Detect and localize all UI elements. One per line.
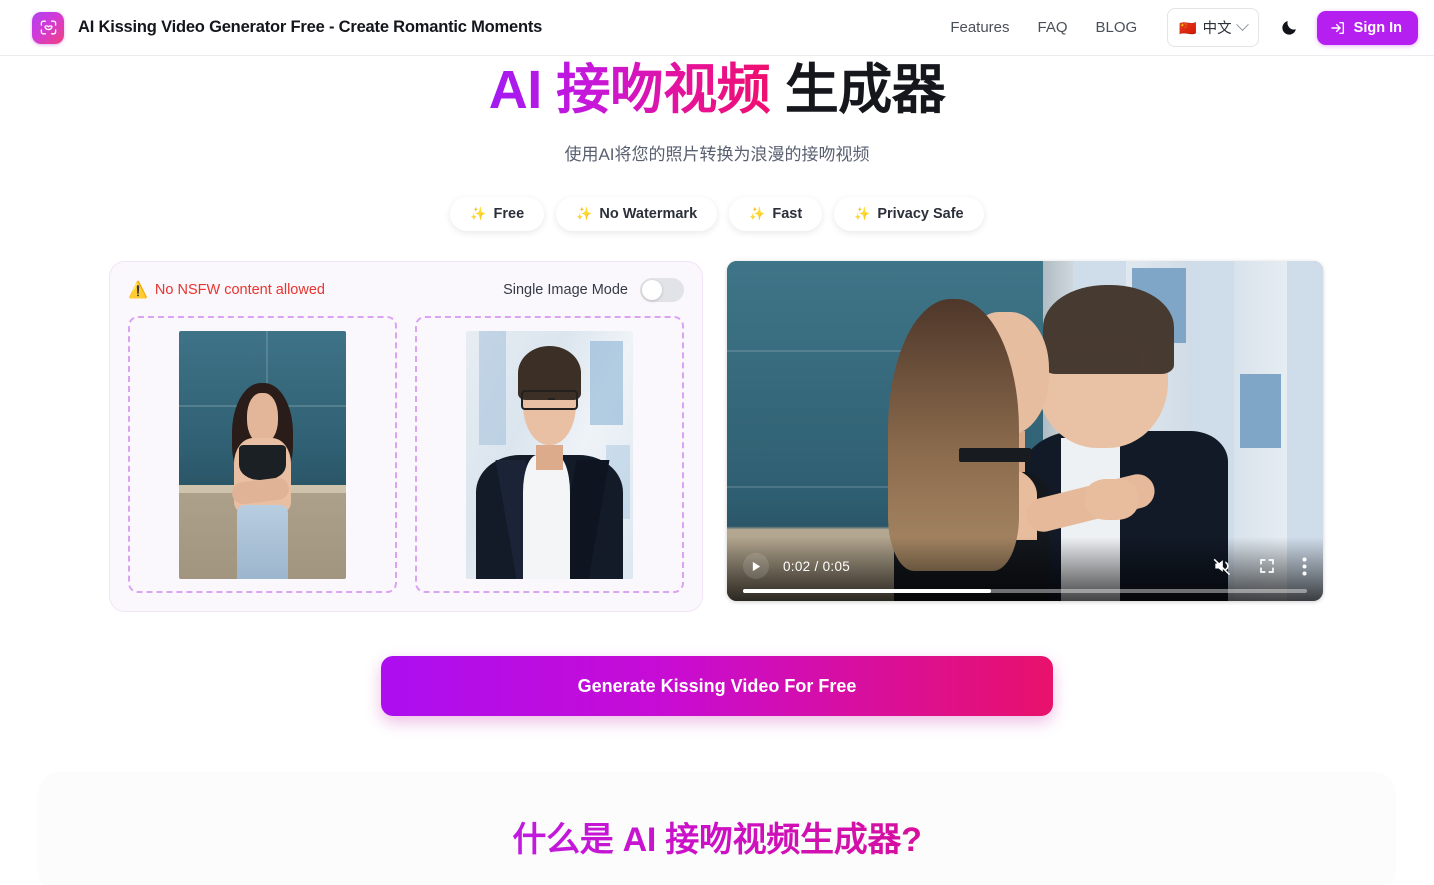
upload-panel-header: ⚠️ No NSFW content allowed Single Image … bbox=[128, 278, 684, 303]
hero-subtitle: 使用AI将您的照片转换为浪漫的接吻视频 bbox=[564, 145, 870, 165]
warning-icon: ⚠️ bbox=[128, 282, 148, 300]
single-image-mode-control: Single Image Mode bbox=[503, 278, 684, 303]
china-flag-icon: 🇨🇳 bbox=[1179, 19, 1197, 36]
nsfw-warning-text: No NSFW content allowed bbox=[154, 282, 325, 299]
feature-pill-fast: ✨ Fast bbox=[729, 197, 823, 232]
feature-pill-label: Free bbox=[493, 206, 525, 223]
sparkle-icon: ✨ bbox=[470, 206, 487, 222]
upload-panel: ⚠️ No NSFW content allowed Single Image … bbox=[109, 261, 703, 613]
hero-title-gradient: AI 接吻视频 bbox=[488, 60, 771, 120]
language-label: 中文 bbox=[1202, 21, 1232, 37]
what-is-section-title-text: 什么是 AI 接吻视频生成器? bbox=[512, 821, 922, 860]
cta-section: Generate Kissing Video For Free bbox=[0, 656, 1434, 717]
video-progress-bar[interactable] bbox=[743, 589, 1307, 594]
second-person-photo-slot[interactable] bbox=[415, 316, 684, 594]
muted-volume-icon[interactable] bbox=[1212, 556, 1232, 576]
what-is-section: 什么是 AI 接吻视频生成器? bbox=[38, 772, 1396, 885]
chevron-down-icon bbox=[1235, 18, 1249, 32]
first-person-photo-slot[interactable] bbox=[128, 316, 397, 594]
sparkle-icon: ✨ bbox=[854, 206, 871, 222]
what-is-section-title: 什么是 AI 接吻视频生成器? bbox=[38, 812, 1396, 861]
moon-icon[interactable] bbox=[1277, 15, 1303, 41]
feature-pill-label: Privacy Safe bbox=[877, 206, 964, 223]
single-image-mode-toggle[interactable] bbox=[640, 278, 684, 303]
main-nav: Features FAQ BLOG 🇨🇳 中文 Sign In bbox=[936, 8, 1418, 47]
sign-in-button[interactable]: Sign In bbox=[1316, 10, 1418, 45]
generated-video-player[interactable]: 0:02 / 0:05 bbox=[727, 261, 1323, 602]
login-arrow-icon bbox=[1330, 21, 1344, 34]
toggle-knob bbox=[642, 280, 662, 301]
page-title: AI Kissing Video Generator Free - Create… bbox=[78, 18, 543, 36]
sign-in-label: Sign In bbox=[1353, 19, 1402, 36]
first-person-photo bbox=[179, 330, 346, 579]
nav-item-features[interactable]: Features bbox=[936, 11, 1023, 44]
feature-pill-label: Fast bbox=[772, 206, 803, 223]
workspace: ⚠️ No NSFW content allowed Single Image … bbox=[109, 261, 1325, 613]
nav-item-faq[interactable]: FAQ bbox=[1024, 11, 1082, 44]
sparkle-icon: ✨ bbox=[749, 206, 766, 222]
video-control-row: 0:02 / 0:05 bbox=[743, 553, 1307, 580]
kiss-lips-frame-icon bbox=[32, 11, 64, 44]
second-person-photo bbox=[466, 330, 633, 579]
video-progress-fill bbox=[743, 589, 992, 594]
nsfw-warning: ⚠️ No NSFW content allowed bbox=[128, 280, 325, 300]
video-controls: 0:02 / 0:05 bbox=[727, 537, 1323, 602]
play-icon[interactable] bbox=[743, 553, 769, 580]
upload-slot-list bbox=[128, 316, 684, 594]
hero-title-plain: 生成器 bbox=[784, 60, 946, 120]
hero-section: AI 接吻视频 生成器 使用AI将您的照片转换为浪漫的接吻视频 ✨ Free ✨… bbox=[0, 56, 1434, 232]
single-image-mode-label: Single Image Mode bbox=[503, 282, 628, 299]
sparkle-icon: ✨ bbox=[576, 206, 593, 222]
feature-pill-free: ✨ Free bbox=[450, 197, 545, 232]
feature-pill-list: ✨ Free ✨ No Watermark ✨ Fast ✨ Privacy S… bbox=[0, 197, 1434, 232]
language-selector[interactable]: 🇨🇳 中文 bbox=[1167, 8, 1259, 47]
generate-video-button[interactable]: Generate Kissing Video For Free bbox=[381, 656, 1053, 717]
video-time-display: 0:02 / 0:05 bbox=[783, 558, 851, 574]
hero-title: AI 接吻视频 生成器 bbox=[0, 60, 1434, 120]
feature-pill-privacy-safe: ✨ Privacy Safe bbox=[834, 197, 984, 232]
fullscreen-icon[interactable] bbox=[1258, 557, 1276, 575]
feature-pill-no-watermark: ✨ No Watermark bbox=[556, 197, 718, 232]
brand[interactable]: AI Kissing Video Generator Free - Create… bbox=[32, 11, 543, 44]
video-right-controls bbox=[1212, 556, 1307, 576]
nav-item-blog[interactable]: BLOG bbox=[1082, 11, 1152, 44]
feature-pill-label: No Watermark bbox=[599, 206, 698, 223]
kebab-menu-icon[interactable] bbox=[1302, 557, 1307, 576]
site-header: AI Kissing Video Generator Free - Create… bbox=[0, 0, 1434, 56]
